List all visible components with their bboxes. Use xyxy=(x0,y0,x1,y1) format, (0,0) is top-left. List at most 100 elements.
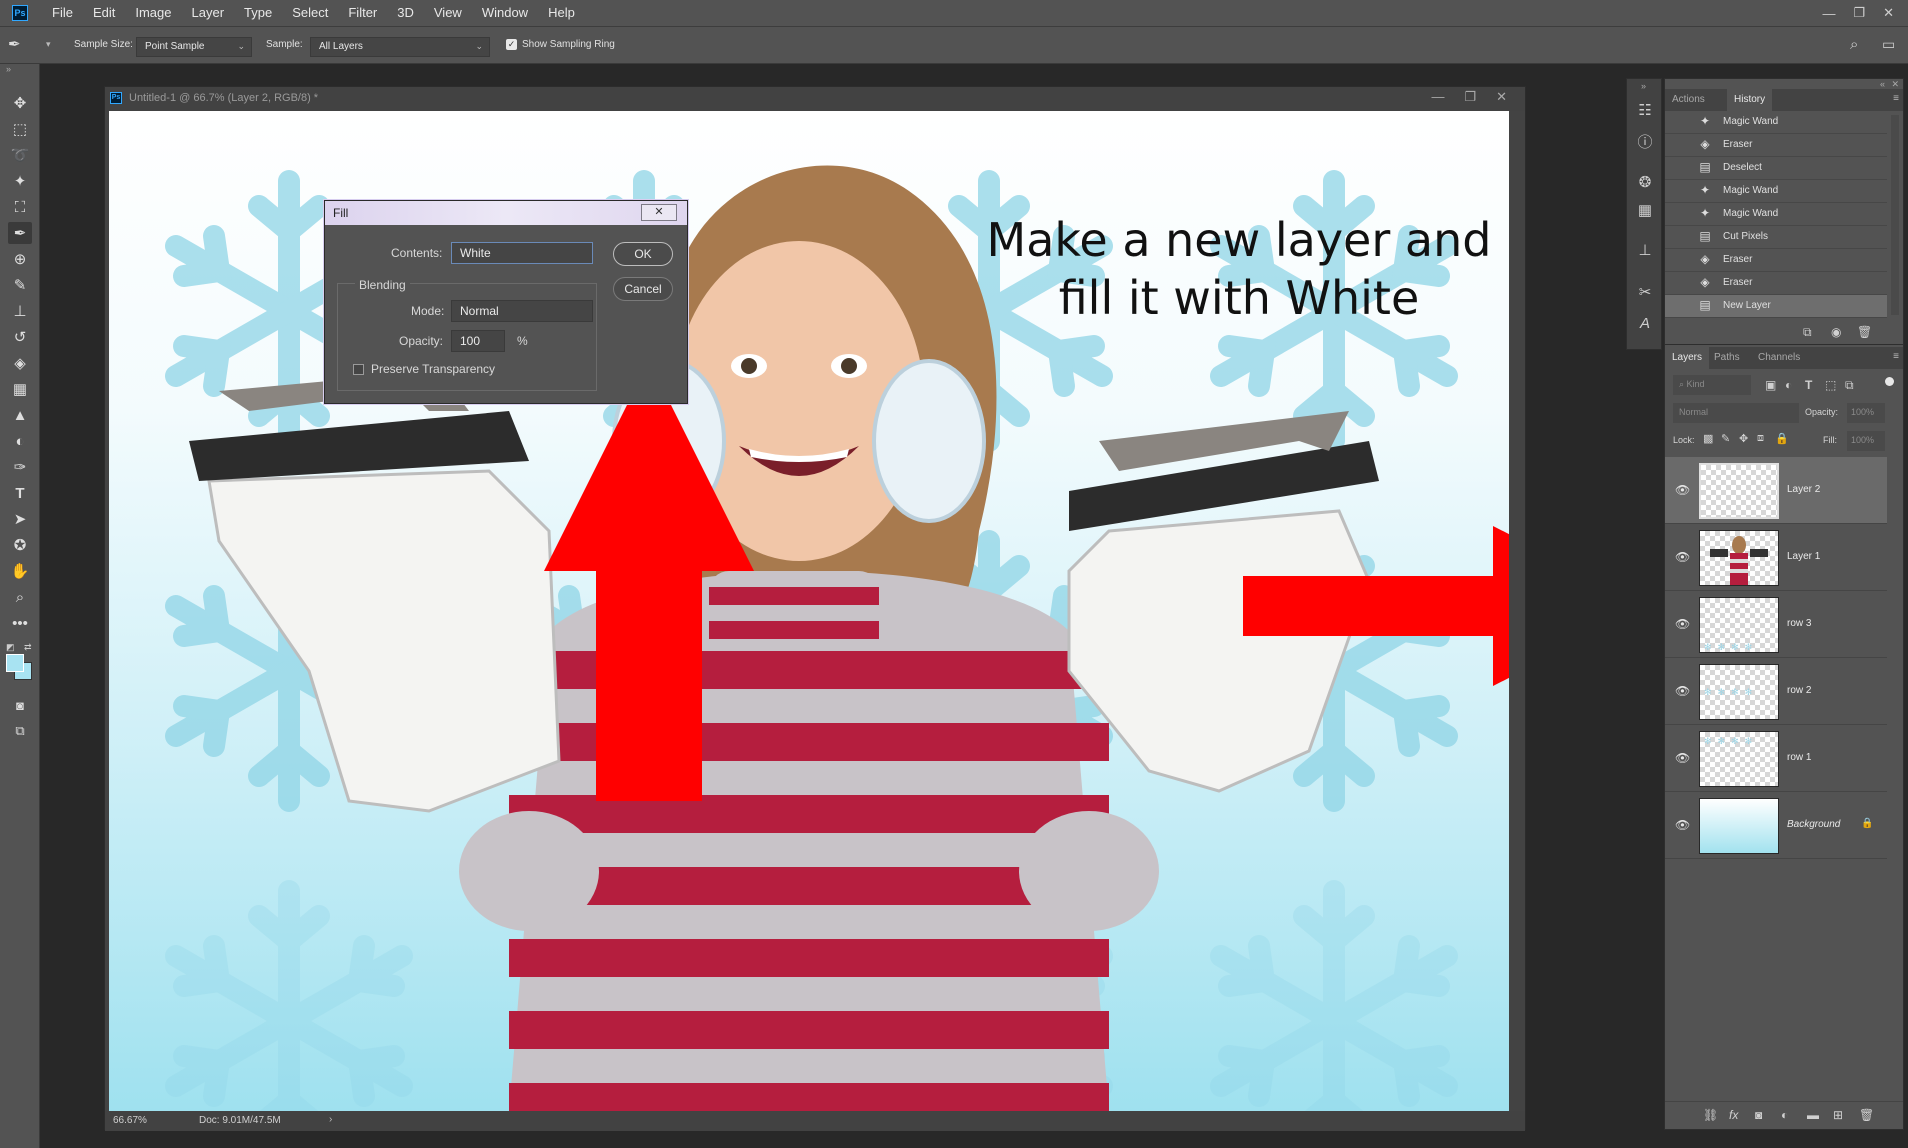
filter-type-icon[interactable]: T xyxy=(1805,378,1812,392)
filter-adjustment-icon[interactable]: ◐ xyxy=(1785,378,1792,392)
collapse-panel-icon[interactable]: « xyxy=(1880,79,1885,89)
lock-image-icon[interactable]: ✎ xyxy=(1721,432,1730,445)
dodge-tool-icon[interactable]: ◐ xyxy=(8,430,32,452)
custom-shape-tool-icon[interactable]: ✪ xyxy=(8,534,32,556)
history-item-selected[interactable]: ▤ New Layer xyxy=(1665,295,1887,318)
collapse-toolbar-icon[interactable]: » xyxy=(6,64,11,74)
tab-history[interactable]: History xyxy=(1727,89,1773,111)
add-mask-icon[interactable]: ◙ xyxy=(1755,1108,1762,1122)
panel-menu-icon[interactable]: ≡ xyxy=(1893,93,1899,104)
blur-tool-icon[interactable]: ▲ xyxy=(8,404,32,426)
history-item[interactable]: ◈ Eraser xyxy=(1665,249,1887,272)
menu-3d[interactable]: 3D xyxy=(387,0,424,26)
move-tool-icon[interactable]: ✥ xyxy=(8,92,32,114)
tab-channels[interactable]: Channels xyxy=(1751,347,1807,369)
path-selection-tool-icon[interactable]: ➤ xyxy=(8,508,32,530)
layer-row-row-2[interactable]: 👁 ✻✻✻✻ row 2 xyxy=(1665,658,1887,725)
visibility-eye-icon[interactable]: 👁 xyxy=(1675,751,1690,765)
filter-shape-icon[interactable]: ⬚ xyxy=(1825,378,1836,392)
screen-mode-icon[interactable]: ⧉ xyxy=(8,720,32,742)
close-button[interactable]: ✕ xyxy=(1883,5,1894,21)
restore-button[interactable]: ❐ xyxy=(1853,5,1865,21)
eraser-tool-icon[interactable]: ◈ xyxy=(8,352,32,374)
layer-row-layer-1[interactable]: 👁 Layer 1 xyxy=(1665,524,1887,591)
quick-mask-icon[interactable]: ◙ xyxy=(8,694,32,716)
menu-file[interactable]: File xyxy=(42,0,83,26)
tab-layers[interactable]: Layers xyxy=(1665,347,1710,369)
history-scrollbar[interactable] xyxy=(1891,115,1899,315)
layer-row-row-3[interactable]: 👁 ✻✻✻✻ row 3 xyxy=(1665,591,1887,658)
status-chevron-icon[interactable]: › xyxy=(329,1114,332,1125)
lock-artboard-icon[interactable]: ⧈ xyxy=(1757,432,1764,445)
character-icon[interactable]: A xyxy=(1635,315,1655,335)
menu-help[interactable]: Help xyxy=(538,0,585,26)
menu-view[interactable]: View xyxy=(424,0,472,26)
zoom-level[interactable]: 66.67% xyxy=(113,1115,147,1126)
menu-filter[interactable]: Filter xyxy=(338,0,387,26)
more-tools-icon[interactable]: ••• xyxy=(8,612,32,634)
panel-menu-icon[interactable]: ≡ xyxy=(1893,351,1899,362)
fill-dialog-close-button[interactable]: ✕ xyxy=(641,204,677,221)
visibility-eye-icon[interactable]: 👁 xyxy=(1675,818,1690,832)
delete-layer-icon[interactable]: 🗑 xyxy=(1859,1108,1874,1122)
document-tab[interactable]: Ps Untitled-1 @ 66.7% (Layer 2, RGB/8) *… xyxy=(105,87,1525,111)
workspace-icon[interactable]: ▭ xyxy=(1882,36,1895,53)
doc-minimize-button[interactable]: — xyxy=(1431,89,1444,105)
menu-image[interactable]: Image xyxy=(125,0,181,26)
adjustment-layer-icon[interactable]: ◐ xyxy=(1781,1108,1788,1122)
history-item[interactable]: ✦ Magic Wand xyxy=(1665,111,1887,134)
history-item[interactable]: ◈ Eraser xyxy=(1665,272,1887,295)
expand-panels-icon[interactable]: » xyxy=(1641,81,1646,91)
zoom-tool-icon[interactable]: ⌕ xyxy=(8,586,32,608)
new-layer-icon[interactable]: ⊞ xyxy=(1833,1108,1843,1122)
swap-colors-icon[interactable]: ⇄ xyxy=(24,642,32,653)
doc-close-button[interactable]: ✕ xyxy=(1496,89,1507,105)
lock-all-icon[interactable]: 🔒 xyxy=(1775,432,1789,445)
history-item[interactable]: ◈ Eraser xyxy=(1665,134,1887,157)
filter-pixel-icon[interactable]: ▣ xyxy=(1765,378,1776,392)
preserve-transparency-checkbox[interactable] xyxy=(353,364,364,375)
layer-name[interactable]: Background xyxy=(1787,819,1840,830)
sample-select[interactable]: All Layers ⌄ xyxy=(310,37,490,57)
default-colors-icon[interactable]: ◩ xyxy=(6,642,15,653)
color-icon[interactable]: ❂ xyxy=(1635,173,1655,193)
menu-type[interactable]: Type xyxy=(234,0,282,26)
new-group-icon[interactable]: ▬ xyxy=(1807,1108,1819,1122)
blend-mode-select[interactable]: Normal xyxy=(1673,403,1799,423)
clone-stamp-tool-icon[interactable]: ⊥ xyxy=(8,300,32,322)
sample-size-select[interactable]: Point Sample ⌄ xyxy=(136,37,252,57)
layer-name[interactable]: Layer 1 xyxy=(1787,551,1820,562)
marquee-tool-icon[interactable]: ⬚ xyxy=(8,118,32,140)
link-layers-icon[interactable]: ⛓ xyxy=(1703,1108,1718,1122)
history-item[interactable]: ▤ Deselect xyxy=(1665,157,1887,180)
tool-preset-chevron-icon[interactable]: ▾ xyxy=(46,39,51,50)
cancel-button[interactable]: Cancel xyxy=(613,277,673,301)
swatches-icon[interactable]: ▦ xyxy=(1635,201,1655,221)
visibility-eye-icon[interactable]: 👁 xyxy=(1675,550,1690,564)
tools-presets-icon[interactable]: ✂ xyxy=(1635,283,1655,303)
delete-state-icon[interactable]: 🗑 xyxy=(1857,325,1872,339)
history-brush-tool-icon[interactable]: ↺ xyxy=(8,326,32,348)
opacity-input[interactable]: 100 xyxy=(451,330,505,352)
layer-style-icon[interactable]: fx xyxy=(1729,1108,1738,1122)
crop-tool-icon[interactable]: ⛶ xyxy=(8,196,32,218)
layer-row-layer-2[interactable]: 👁 Layer 2 xyxy=(1665,457,1887,524)
doc-restore-button[interactable]: ❐ xyxy=(1464,89,1476,105)
eyedropper-tool-icon[interactable]: ✒ xyxy=(8,222,32,244)
minimize-button[interactable]: — xyxy=(1822,6,1835,21)
lock-position-icon[interactable]: ✥ xyxy=(1739,432,1748,445)
layer-row-background[interactable]: 👁 Background 🔒 xyxy=(1665,792,1887,859)
hand-tool-icon[interactable]: ✋ xyxy=(8,560,32,582)
layer-name[interactable]: row 1 xyxy=(1787,752,1811,763)
search-icon[interactable]: ⌕ xyxy=(1850,36,1858,53)
brush-tool-icon[interactable]: ✎ xyxy=(8,274,32,296)
kind-filter-select[interactable]: ⌕ Kind xyxy=(1673,375,1751,395)
type-tool-icon[interactable]: T xyxy=(8,482,32,504)
eyedropper-icon[interactable]: ✒ xyxy=(8,35,21,53)
new-document-from-state-icon[interactable]: ⧉ xyxy=(1803,325,1812,340)
layer-name[interactable]: row 2 xyxy=(1787,685,1811,696)
tab-actions[interactable]: Actions xyxy=(1665,89,1712,111)
contents-select[interactable]: White xyxy=(451,242,593,264)
layer-name[interactable]: row 3 xyxy=(1787,618,1811,629)
tab-paths[interactable]: Paths xyxy=(1707,347,1747,369)
